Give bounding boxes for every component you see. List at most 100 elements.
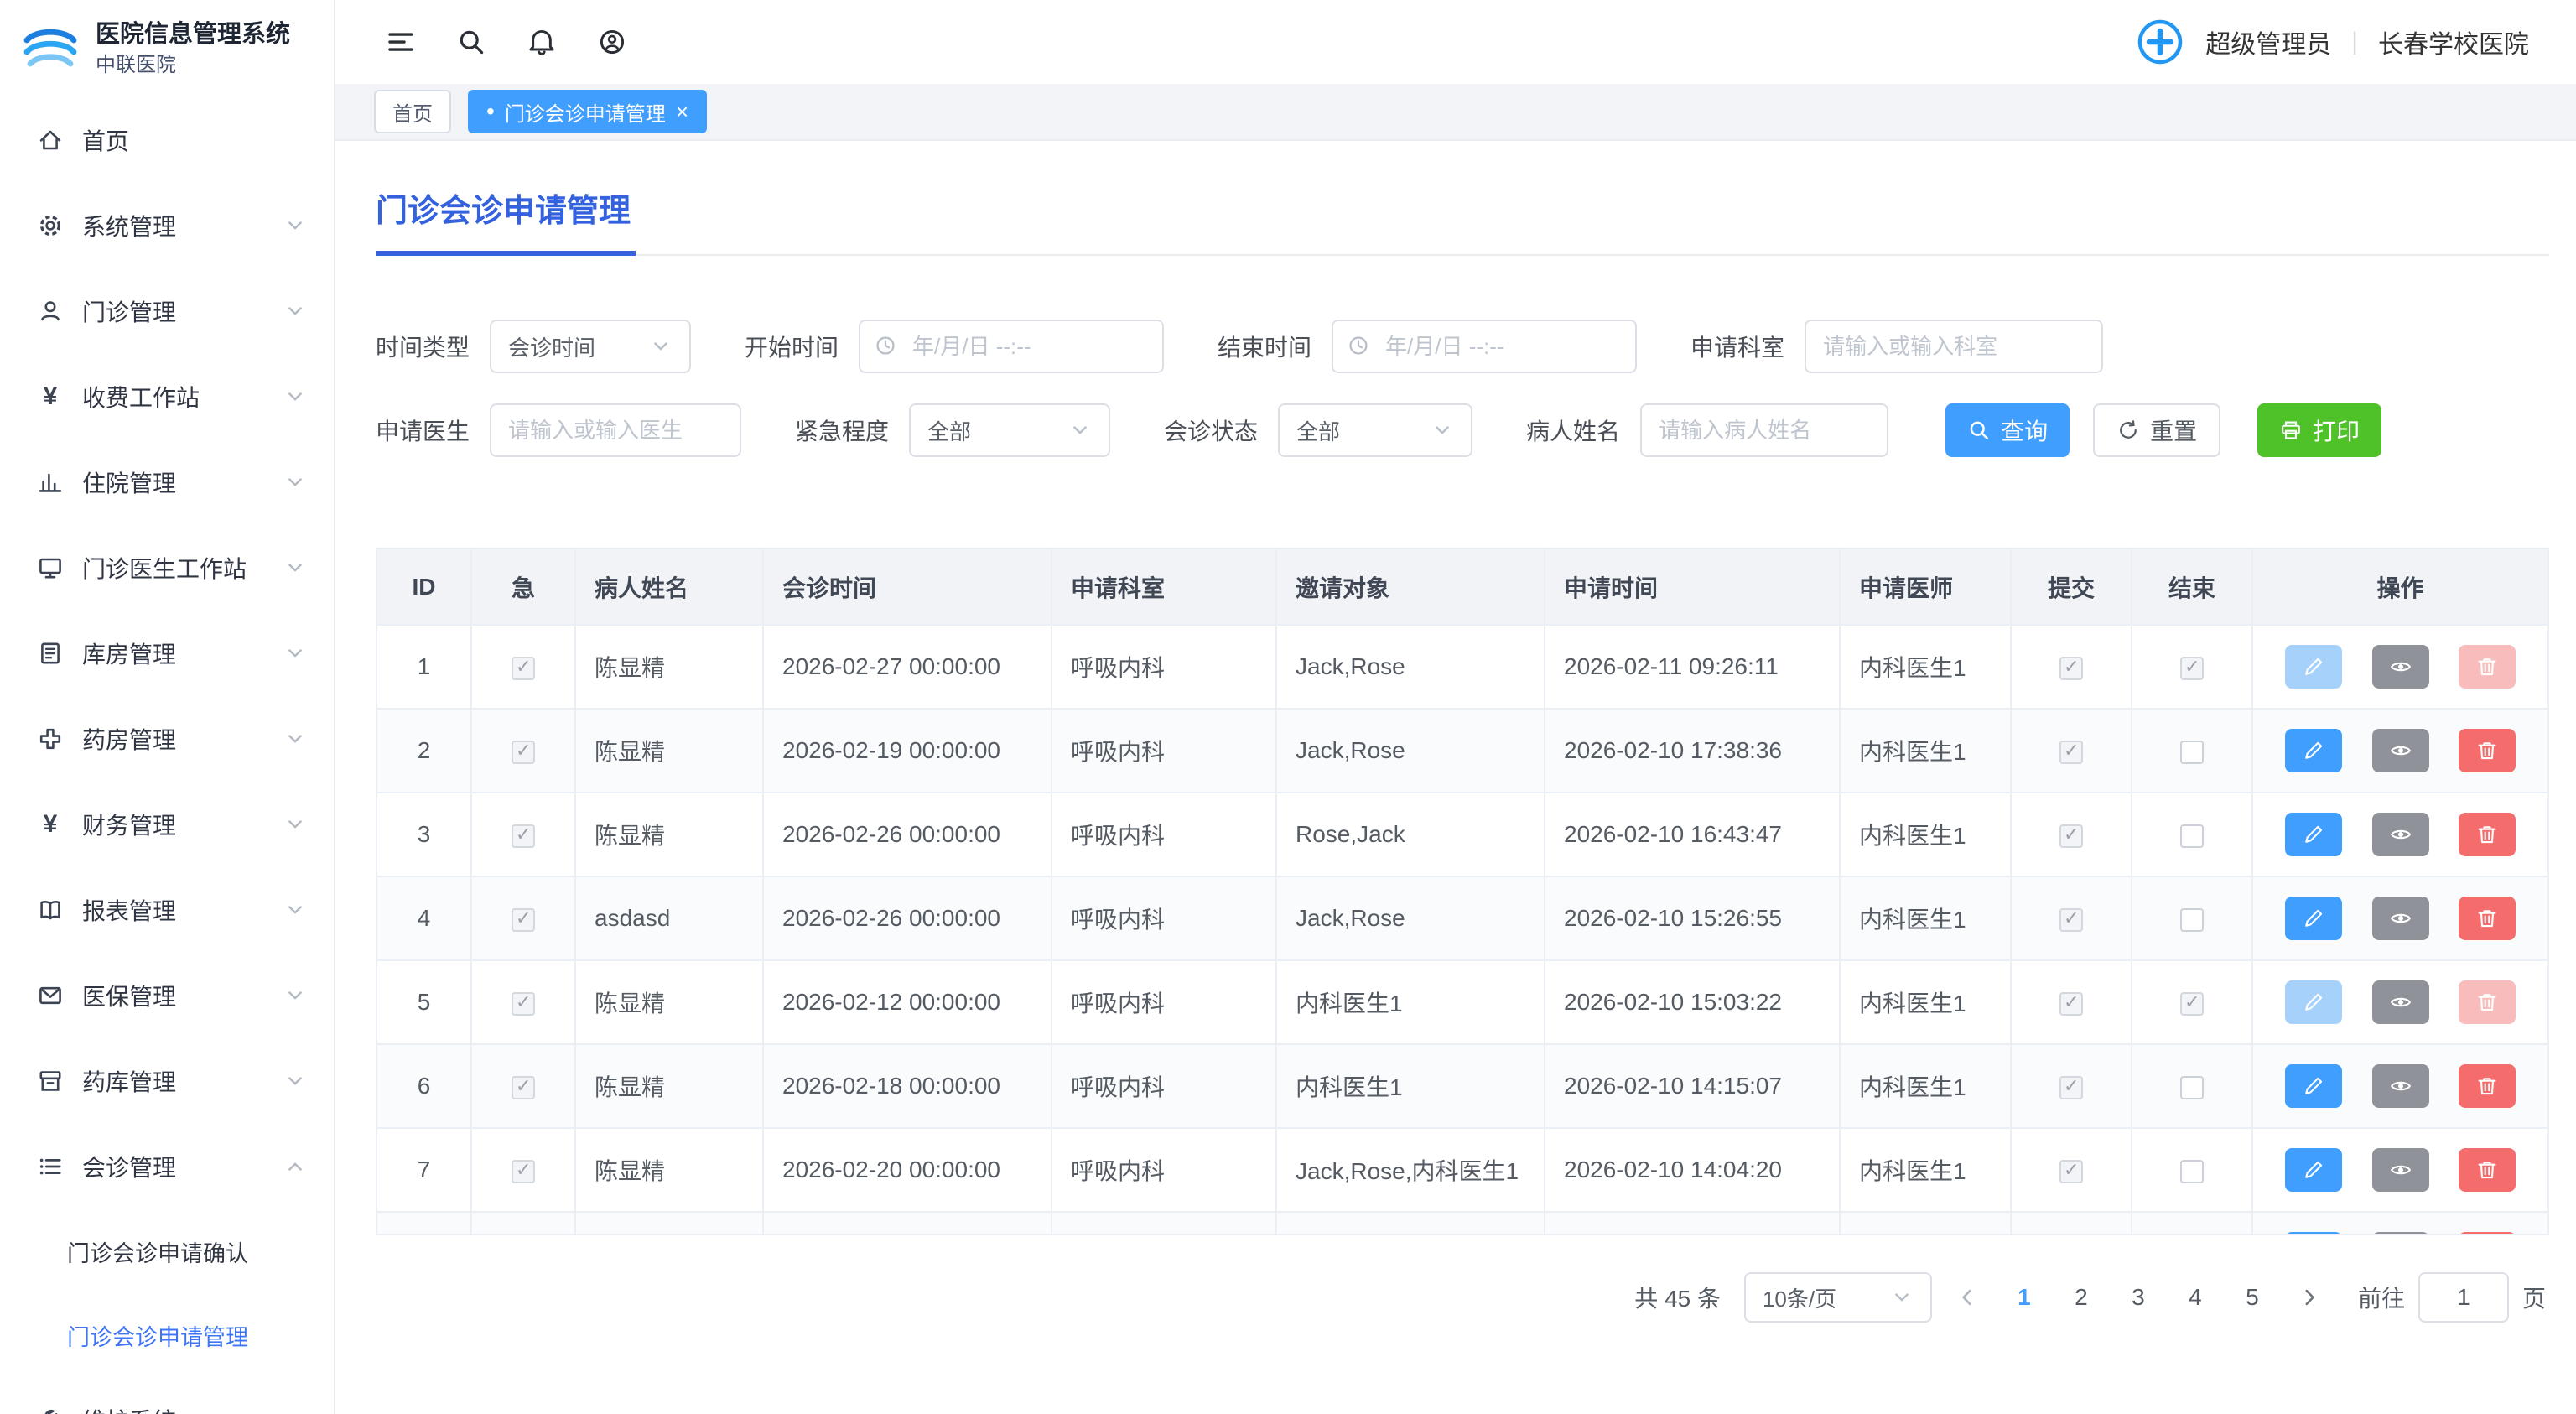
finished-checkbox[interactable] (2180, 741, 2204, 764)
start-time-input[interactable] (859, 320, 1164, 373)
submitted-checkbox[interactable] (2059, 824, 2083, 848)
sidebar-item-drug-storage[interactable]: 药库管理 (0, 1038, 334, 1124)
goto-page-input[interactable] (2418, 1272, 2509, 1323)
prev-page-button[interactable] (1945, 1272, 1989, 1323)
sidebar-item-insurance[interactable]: 医保管理 (0, 953, 334, 1038)
finished-checkbox[interactable] (2180, 824, 2204, 848)
chevron-down-icon (649, 335, 673, 358)
view-button[interactable] (2372, 813, 2429, 856)
sidebar-subitem-consult-manage[interactable]: 门诊会诊申请管理 (0, 1293, 334, 1377)
search-button[interactable]: 查询 (1945, 403, 2070, 457)
view-button[interactable] (2372, 980, 2429, 1024)
urgent-checkbox[interactable] (512, 908, 535, 932)
finished-checkbox[interactable] (2180, 992, 2204, 1016)
page-number-button[interactable]: 5 (2231, 1272, 2274, 1323)
sidebar-item-doctor-station[interactable]: 门诊医生工作站 (0, 525, 334, 611)
print-button[interactable]: 打印 (2257, 403, 2381, 457)
sidebar-item-home[interactable]: 首页 (0, 97, 334, 183)
dept-input[interactable] (1805, 320, 2103, 373)
page-number-button[interactable]: 1 (2002, 1272, 2046, 1323)
submitted-checkbox[interactable] (2059, 1076, 2083, 1099)
view-button[interactable] (2372, 1148, 2429, 1192)
sidebar-item-warehouse[interactable]: 库房管理 (0, 611, 334, 696)
sidebar-item-consultation[interactable]: 会诊管理 (0, 1124, 334, 1209)
urgent-checkbox[interactable] (512, 657, 535, 680)
view-button[interactable] (2372, 1232, 2429, 1235)
submitted-checkbox[interactable] (2059, 908, 2083, 932)
page-size-select[interactable]: 10条/页 (1744, 1272, 1932, 1323)
urgency-label: 紧急程度 (795, 413, 889, 447)
urgent-checkbox[interactable] (512, 1160, 535, 1183)
submitted-checkbox[interactable] (2059, 1160, 2083, 1183)
view-button[interactable] (2372, 897, 2429, 940)
submitted-checkbox[interactable] (2059, 657, 2083, 680)
account-icon[interactable] (597, 27, 627, 57)
delete-button[interactable] (2459, 729, 2516, 772)
time-type-select[interactable]: 会诊时间 (490, 320, 691, 373)
delete-button[interactable] (2459, 645, 2516, 689)
edit-button[interactable] (2285, 897, 2342, 940)
cell-apply-time: 2026-02-10 15:03:22 (1545, 960, 1840, 1044)
finished-checkbox[interactable] (2180, 908, 2204, 932)
sidebar-item-maintenance[interactable]: 维护系统 (0, 1377, 334, 1414)
delete-button[interactable] (2459, 1232, 2516, 1235)
patient-input[interactable] (1640, 403, 1888, 457)
brand: 医院信息管理系统 中联医院 (0, 0, 334, 97)
edit-button[interactable] (2285, 980, 2342, 1024)
urgent-checkbox[interactable] (512, 824, 535, 848)
chevron-down-icon (283, 642, 307, 665)
tab-home[interactable]: 首页 (374, 90, 451, 133)
urgency-select[interactable]: 全部 (909, 403, 1110, 457)
next-page-button[interactable] (2288, 1272, 2331, 1323)
delete-button[interactable] (2459, 980, 2516, 1024)
sidebar-item-outpatient[interactable]: 门诊管理 (0, 268, 334, 354)
bell-icon[interactable] (527, 27, 557, 57)
user-role[interactable]: 超级管理员 (2205, 23, 2331, 60)
finished-checkbox[interactable] (2180, 1160, 2204, 1183)
tab-close-icon[interactable]: × (676, 101, 688, 122)
edit-button[interactable] (2285, 813, 2342, 856)
edit-button[interactable] (2285, 645, 2342, 689)
tab-consult-manage[interactable]: • 门诊会诊申请管理 × (468, 90, 707, 133)
cell-submitted (2011, 1044, 2132, 1128)
collapse-menu-icon[interactable] (386, 27, 416, 57)
edit-button[interactable] (2285, 1148, 2342, 1192)
view-button[interactable] (2372, 645, 2429, 689)
urgent-checkbox[interactable] (512, 741, 535, 764)
delete-button[interactable] (2459, 813, 2516, 856)
urgent-checkbox[interactable] (512, 992, 535, 1016)
reset-button[interactable]: 重置 (2093, 403, 2220, 457)
sidebar-subitem-consult-confirm[interactable]: 门诊会诊申请确认 (0, 1209, 334, 1293)
submitted-checkbox[interactable] (2059, 992, 2083, 1016)
view-button[interactable] (2372, 1064, 2429, 1108)
sidebar-item-system[interactable]: 系统管理 (0, 183, 334, 268)
sidebar-item-label: 报表管理 (82, 893, 283, 927)
urgent-checkbox[interactable] (512, 1076, 535, 1099)
view-button[interactable] (2372, 729, 2429, 772)
page-number-button[interactable]: 4 (2174, 1272, 2217, 1323)
search-icon[interactable] (456, 27, 486, 57)
page-number-button[interactable]: 2 (2059, 1272, 2103, 1323)
status-select[interactable]: 全部 (1278, 403, 1472, 457)
sidebar-item-billing[interactable]: ¥ 收费工作站 (0, 354, 334, 439)
edit-button[interactable] (2285, 729, 2342, 772)
cell-invitees: Jack,Rose (1276, 625, 1545, 709)
submitted-checkbox[interactable] (2059, 741, 2083, 764)
cell-invitees (1276, 1212, 1545, 1235)
sidebar-item-label: 会诊管理 (82, 1150, 283, 1183)
chevron-down-icon (283, 556, 307, 580)
finished-checkbox[interactable] (2180, 1076, 2204, 1099)
end-time-input[interactable] (1332, 320, 1637, 373)
finished-checkbox[interactable] (2180, 657, 2204, 680)
sidebar-item-pharmacy[interactable]: 药房管理 (0, 696, 334, 782)
delete-button[interactable] (2459, 1148, 2516, 1192)
delete-button[interactable] (2459, 1064, 2516, 1108)
sidebar-item-inpatient[interactable]: 住院管理 (0, 439, 334, 525)
edit-button[interactable] (2285, 1232, 2342, 1235)
page-number-button[interactable]: 3 (2116, 1272, 2160, 1323)
edit-button[interactable] (2285, 1064, 2342, 1108)
sidebar-item-reports[interactable]: 报表管理 (0, 867, 334, 953)
sidebar-item-finance[interactable]: ¥ 财务管理 (0, 782, 334, 867)
delete-button[interactable] (2459, 897, 2516, 940)
doctor-input[interactable] (490, 403, 741, 457)
